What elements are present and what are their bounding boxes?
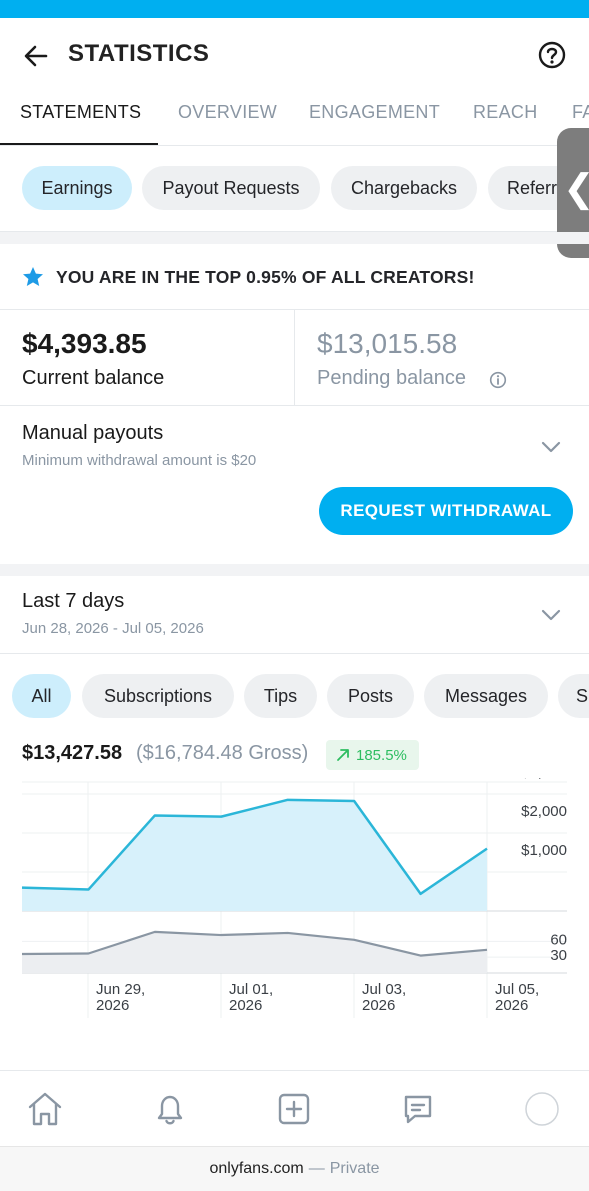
top-accent-bar (0, 0, 589, 18)
x-tick-label: Jul 05, (495, 981, 539, 998)
chevron-down-icon[interactable] (539, 603, 563, 627)
url-separator: — (308, 1160, 325, 1177)
x-tick-label: Jul 01, (229, 981, 273, 998)
x-tick-label: Jul 03, (362, 981, 406, 998)
filter-posts[interactable]: Posts (327, 674, 414, 718)
period-title: Last 7 days (22, 590, 125, 612)
period-range: Jun 28, 2026 - Jul 05, 2026 (22, 620, 204, 637)
filter-messages[interactable]: Messages (424, 674, 548, 718)
current-balance-label: Current balance (22, 367, 165, 389)
y-tick-label: $1,000 (521, 842, 567, 859)
chip-earnings[interactable]: Earnings (22, 166, 132, 210)
bottom-navigation (0, 1070, 589, 1146)
balances: $4,393.85 Current balance $13,015.58 Pen… (0, 310, 589, 406)
filter-subscriptions[interactable]: Subscriptions (82, 674, 234, 718)
change-badge: 185.5% (326, 740, 419, 770)
earnings-area (22, 799, 487, 911)
statistics-tabs: STATEMENTS OVERVIEW ENGAGEMENT REACH FA (0, 92, 589, 146)
chevron-left-icon: ❮ (563, 166, 589, 211)
earnings-chart: $3,000$2,000$1,0006030Jun 29,2026Jul 01,… (0, 764, 589, 1022)
y-tick-label: 30 (550, 947, 567, 964)
tab-reach[interactable]: REACH (473, 102, 538, 123)
payouts-subtitle: Minimum withdrawal amount is $20 (22, 452, 257, 469)
page-title: STATISTICS (68, 40, 210, 67)
question-circle-icon[interactable] (537, 40, 567, 70)
x-tick-label: 2026 (362, 997, 395, 1014)
tab-statements[interactable]: STATEMENTS (20, 102, 141, 123)
arrow-left-icon[interactable] (22, 42, 50, 70)
filter-tips[interactable]: Tips (244, 674, 317, 718)
earnings-summary: $13,427.58 ($16,784.48 Gross) 185.5% (0, 740, 589, 774)
x-tick-label: Jun 29, (96, 981, 145, 998)
header: STATISTICS (0, 18, 589, 92)
filter-all[interactable]: All (12, 674, 71, 718)
earning-type-filters: All Subscriptions Tips Posts Messages S (0, 654, 589, 740)
gross-earnings: ($16,784.48 Gross) (136, 742, 309, 764)
bell-icon[interactable] (150, 1089, 190, 1129)
top-creator-banner: YOU ARE IN THE TOP 0.95% OF ALL CREATORS… (0, 244, 589, 310)
change-percent: 185.5% (356, 746, 407, 764)
x-tick-label: 2026 (229, 997, 262, 1014)
browsing-mode: Private (329, 1160, 380, 1177)
y-tick-label: $3,000 (521, 778, 567, 781)
browser-url-bar[interactable]: onlyfans.com — Private (0, 1146, 589, 1191)
current-balance-amount: $4,393.85 (22, 328, 147, 359)
section-divider (0, 232, 589, 244)
payouts-title: Manual payouts (22, 422, 164, 444)
chevron-down-icon[interactable] (539, 435, 563, 459)
y-tick-label: $2,000 (521, 803, 567, 820)
url-domain: onlyfans.com (209, 1160, 304, 1177)
filter-streams[interactable]: S (558, 674, 589, 718)
y-tick-label: 60 (550, 931, 567, 948)
chip-payout-requests[interactable]: Payout Requests (142, 166, 320, 210)
statement-type-chips: Earnings Payout Requests Chargebacks Ref… (0, 146, 589, 232)
avatar-icon[interactable] (522, 1089, 562, 1129)
request-withdrawal-button[interactable]: REQUEST WITHDRAWAL (319, 487, 573, 535)
period-selector[interactable]: Last 7 days Jun 28, 2026 - Jul 05, 2026 (0, 576, 589, 654)
arrow-up-right-icon (337, 749, 349, 761)
chat-icon[interactable] (398, 1089, 438, 1129)
section-divider (0, 564, 589, 576)
pending-balance-amount: $13,015.58 (317, 328, 458, 359)
net-earnings: $13,427.58 (22, 742, 123, 764)
pending-balance-label: Pending balance (317, 367, 467, 389)
plus-square-icon[interactable] (274, 1089, 314, 1129)
home-icon[interactable] (25, 1089, 65, 1129)
banner-text: YOU ARE IN THE TOP 0.95% OF ALL CREATORS… (56, 267, 475, 287)
tab-overview[interactable]: OVERVIEW (178, 102, 277, 123)
tab-fans[interactable]: FA (572, 102, 589, 123)
x-tick-label: 2026 (96, 997, 129, 1014)
x-tick-label: 2026 (495, 997, 528, 1014)
info-circle-icon[interactable] (489, 371, 507, 389)
star-icon (23, 267, 43, 286)
earnings-chart-svg: $3,000$2,000$1,0006030Jun 29,2026Jul 01,… (21, 764, 567, 1018)
balance-divider (294, 310, 295, 406)
chip-chargebacks[interactable]: Chargebacks (331, 166, 477, 210)
tab-engagement[interactable]: ENGAGEMENT (309, 102, 440, 123)
manual-payouts: Manual payouts Minimum withdrawal amount… (0, 406, 589, 564)
